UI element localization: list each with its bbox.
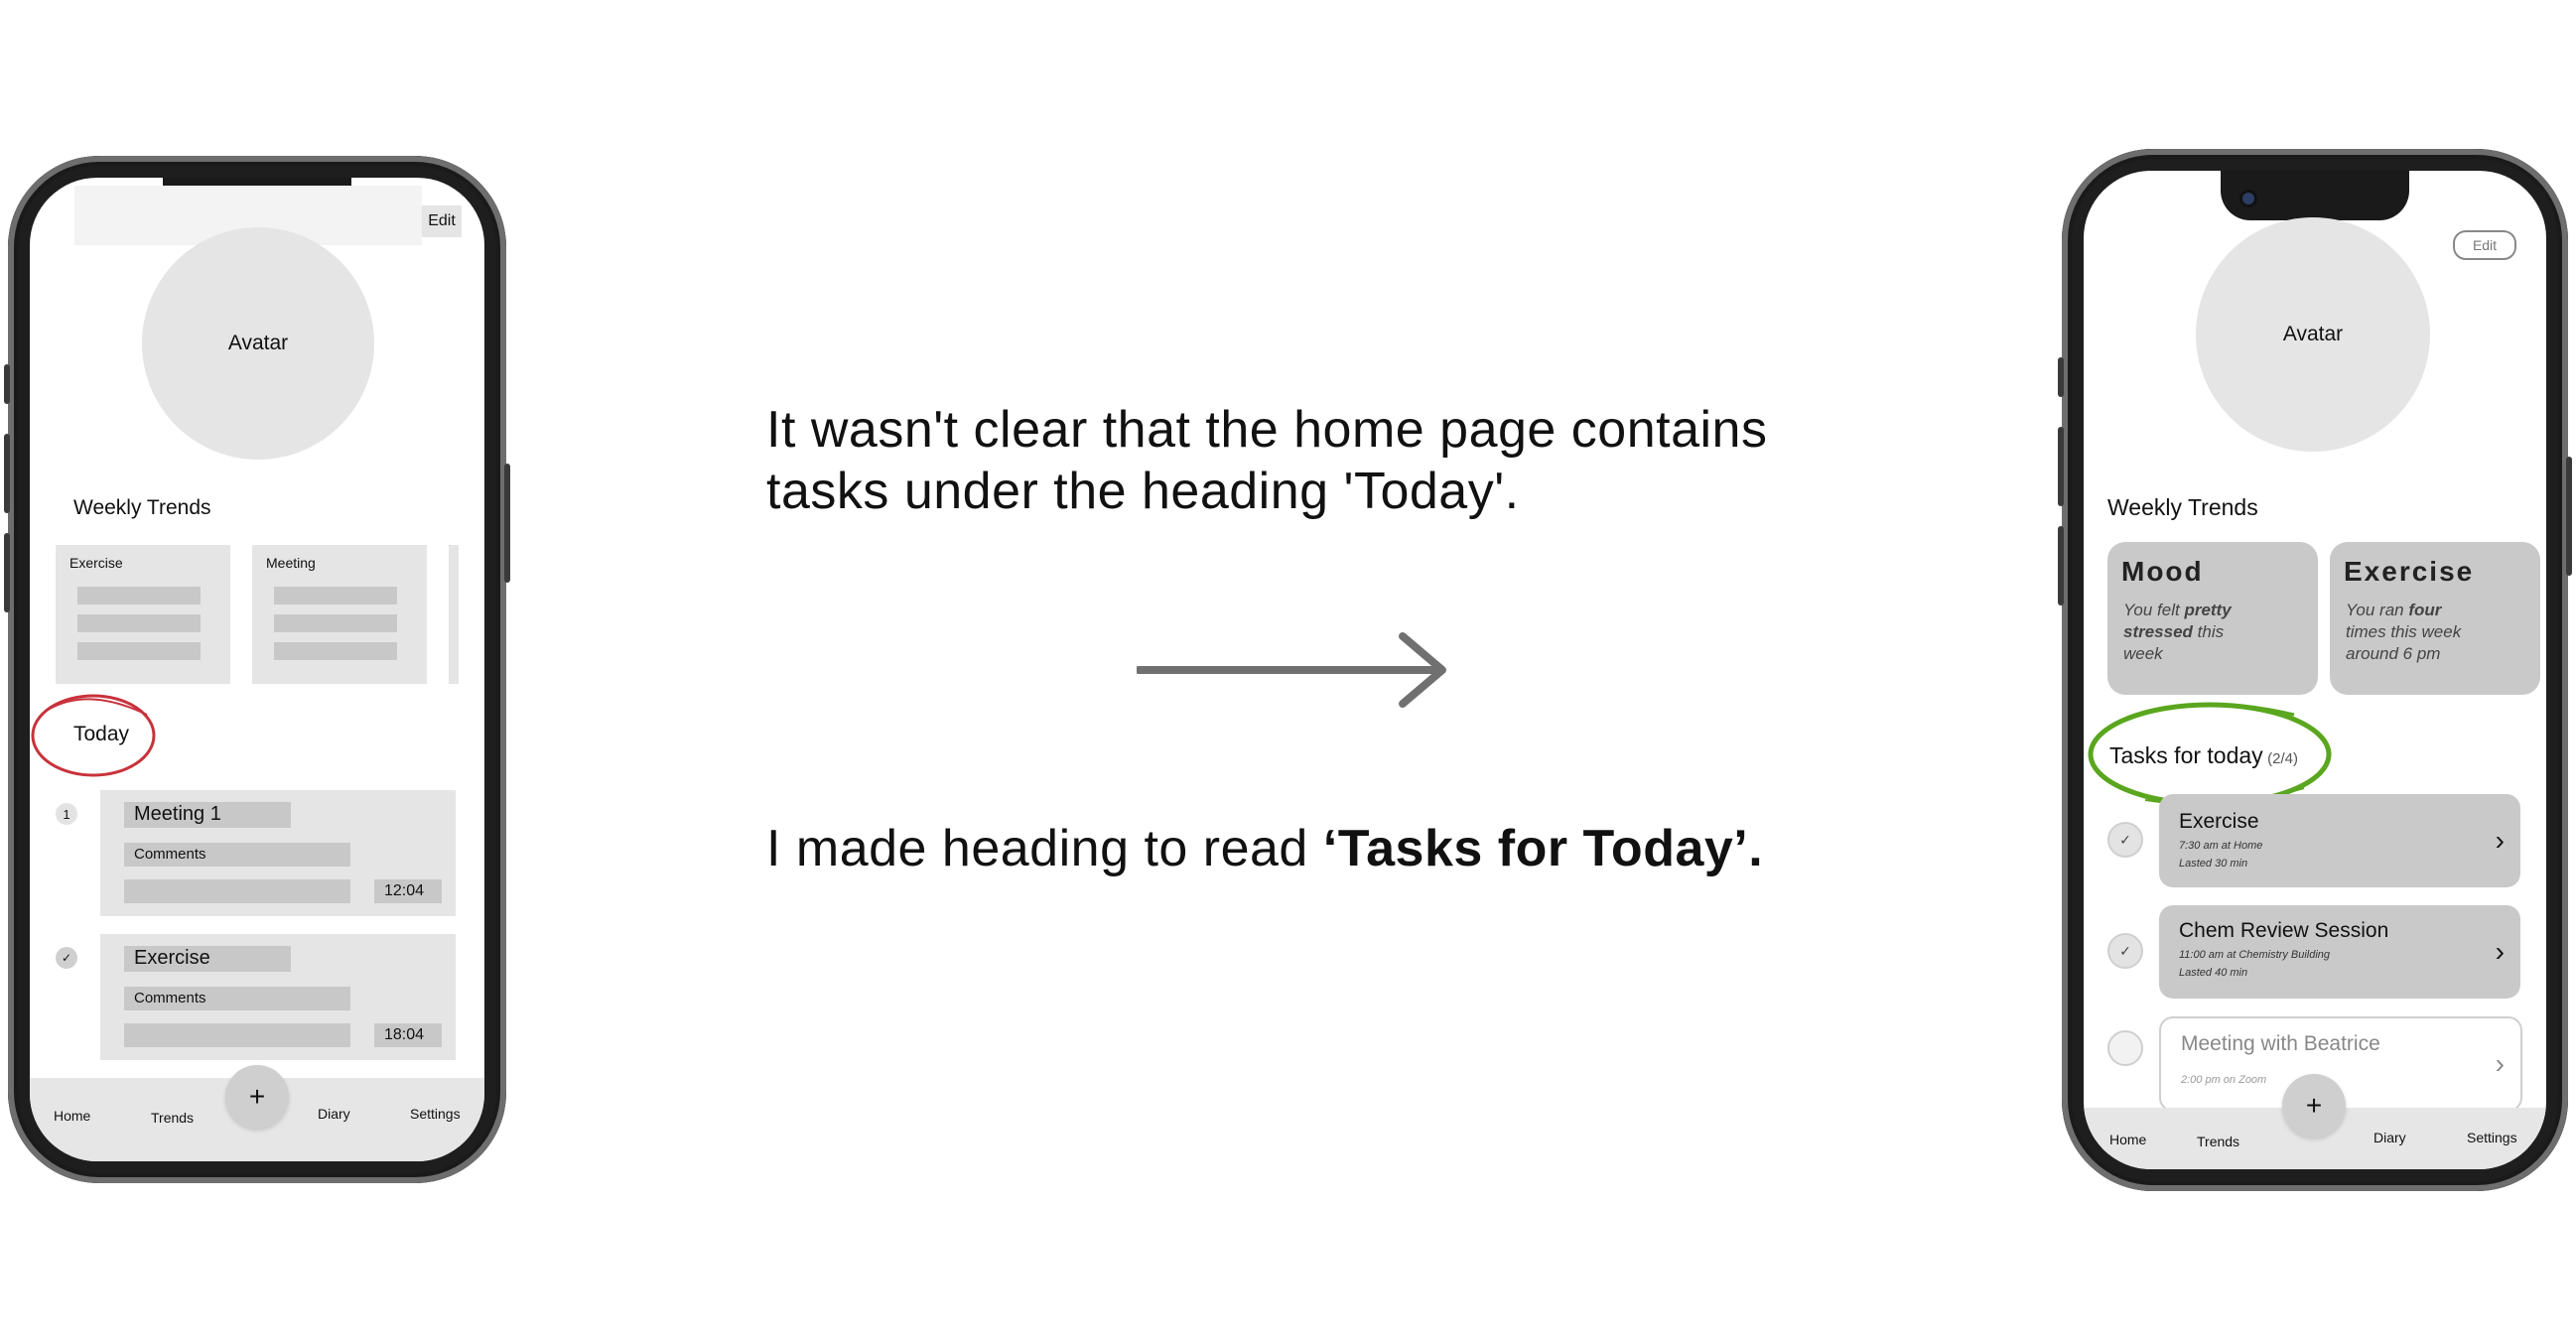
avatar[interactable]: Avatar: [142, 227, 374, 460]
notch: [2221, 171, 2409, 220]
task-title: Chem Review Session: [2179, 919, 2389, 942]
trend-card-exercise[interactable]: Exercise: [56, 545, 230, 684]
add-button[interactable]: +: [2282, 1074, 2346, 1138]
task-card-chem-review[interactable]: Chem Review Session 11:00 am at Chemistr…: [2159, 905, 2520, 999]
edit-label: Edit: [428, 212, 456, 229]
task-comments: Comments: [134, 846, 206, 863]
task-time: 12:04: [384, 882, 425, 899]
red-highlight-circle: [31, 694, 156, 777]
avatar[interactable]: Avatar: [2196, 217, 2430, 452]
trend-card-label: Meeting: [266, 555, 316, 571]
task-duration: Lasted 40 min: [2179, 967, 2248, 979]
trend-card-meeting[interactable]: Meeting: [252, 545, 427, 684]
edit-label: Edit: [2472, 237, 2498, 253]
edit-button[interactable]: Edit: [422, 205, 462, 237]
task-check-icon[interactable]: ✓: [2107, 822, 2143, 858]
nav-diary[interactable]: Diary: [2373, 1130, 2406, 1145]
task-time: 7:30 am at Home: [2179, 840, 2263, 852]
weekly-trends-heading: Weekly Trends: [73, 496, 211, 519]
avatar-label: Avatar: [2282, 323, 2344, 345]
add-button[interactable]: +: [225, 1065, 289, 1129]
trend-card-exercise[interactable]: Exercise You ran four times this week ar…: [2330, 542, 2540, 695]
problem-statement: It wasn't clear that the home page conta…: [766, 399, 1767, 522]
plus-icon: +: [2305, 1090, 2323, 1121]
trend-card-peek: [449, 545, 459, 684]
chevron-right-icon: ›: [2495, 936, 2505, 967]
nav-trends[interactable]: Trends: [2197, 1134, 2239, 1149]
solution-emphasis: ‘Tasks for Today’.: [1322, 820, 1764, 877]
task-title: Exercise: [2179, 810, 2259, 833]
task-marker-number: 1: [56, 803, 77, 825]
trend-card-description: You ran four times this week around 6 pm: [2346, 601, 2462, 663]
nav-home[interactable]: Home: [54, 1108, 90, 1124]
camera-icon: [2242, 193, 2254, 204]
task-title: Meeting with Beatrice: [2181, 1032, 2380, 1055]
task-card-meeting[interactable]: Meeting 1 Comments 12:04: [100, 790, 456, 916]
task-check-icon[interactable]: ✓: [2107, 933, 2143, 969]
chevron-right-icon: ›: [2495, 825, 2505, 856]
task-duration: Lasted 30 min: [2179, 858, 2248, 870]
solution-text: I made heading to read: [766, 820, 1323, 877]
task-card-exercise[interactable]: Exercise 7:30 am at Home Lasted 30 min ›: [2159, 794, 2520, 887]
edit-button[interactable]: Edit: [2453, 230, 2516, 260]
nav-settings[interactable]: Settings: [2467, 1130, 2517, 1145]
task-comments: Comments: [134, 990, 206, 1006]
task-title: Exercise: [134, 947, 210, 969]
trend-card-mood[interactable]: Mood You felt pretty stressed this week: [2107, 542, 2318, 695]
nav-settings[interactable]: Settings: [410, 1106, 461, 1122]
trend-card-label: Exercise: [69, 555, 123, 571]
nav-home[interactable]: Home: [2109, 1132, 2146, 1147]
task-time: 2:00 pm on Zoom: [2181, 1074, 2267, 1086]
task-check-empty-icon[interactable]: [2107, 1030, 2143, 1066]
problem-line-1: It wasn't clear that the home page conta…: [766, 401, 1768, 459]
task-title: Meeting 1: [134, 803, 221, 825]
left-phone-screen: Edit Avatar Weekly Trends Exercise Meeti…: [30, 178, 484, 1161]
right-phone-frame: Edit Avatar Weekly Trends Mood You felt …: [2058, 149, 2572, 1191]
nav-diary[interactable]: Diary: [318, 1106, 350, 1122]
trend-card-description: You felt pretty stressed this week: [2123, 601, 2232, 663]
task-time: 11:00 am at Chemistry Building: [2179, 949, 2331, 961]
trend-card-title: Exercise: [2344, 556, 2475, 587]
weekly-trends-heading: Weekly Trends: [2107, 494, 2258, 520]
chevron-right-icon: ›: [2495, 1048, 2505, 1079]
nav-trends[interactable]: Trends: [151, 1110, 194, 1126]
problem-line-2: tasks under the heading 'Today'.: [766, 463, 1520, 520]
trend-card-title: Mood: [2121, 556, 2204, 587]
arrow-right-icon: [1137, 632, 1446, 708]
plus-icon: +: [248, 1081, 266, 1112]
task-time: 18:04: [384, 1026, 425, 1043]
avatar-label: Avatar: [227, 332, 289, 354]
right-phone-screen: Edit Avatar Weekly Trends Mood You felt …: [2084, 171, 2546, 1169]
solution-statement: I made heading to read ‘Tasks for Today’…: [766, 818, 1763, 879]
task-check-icon[interactable]: ✓: [56, 947, 77, 969]
task-card-exercise[interactable]: Exercise Comments 18:04: [100, 934, 456, 1060]
left-phone-frame: Edit Avatar Weekly Trends Exercise Meeti…: [4, 156, 510, 1183]
